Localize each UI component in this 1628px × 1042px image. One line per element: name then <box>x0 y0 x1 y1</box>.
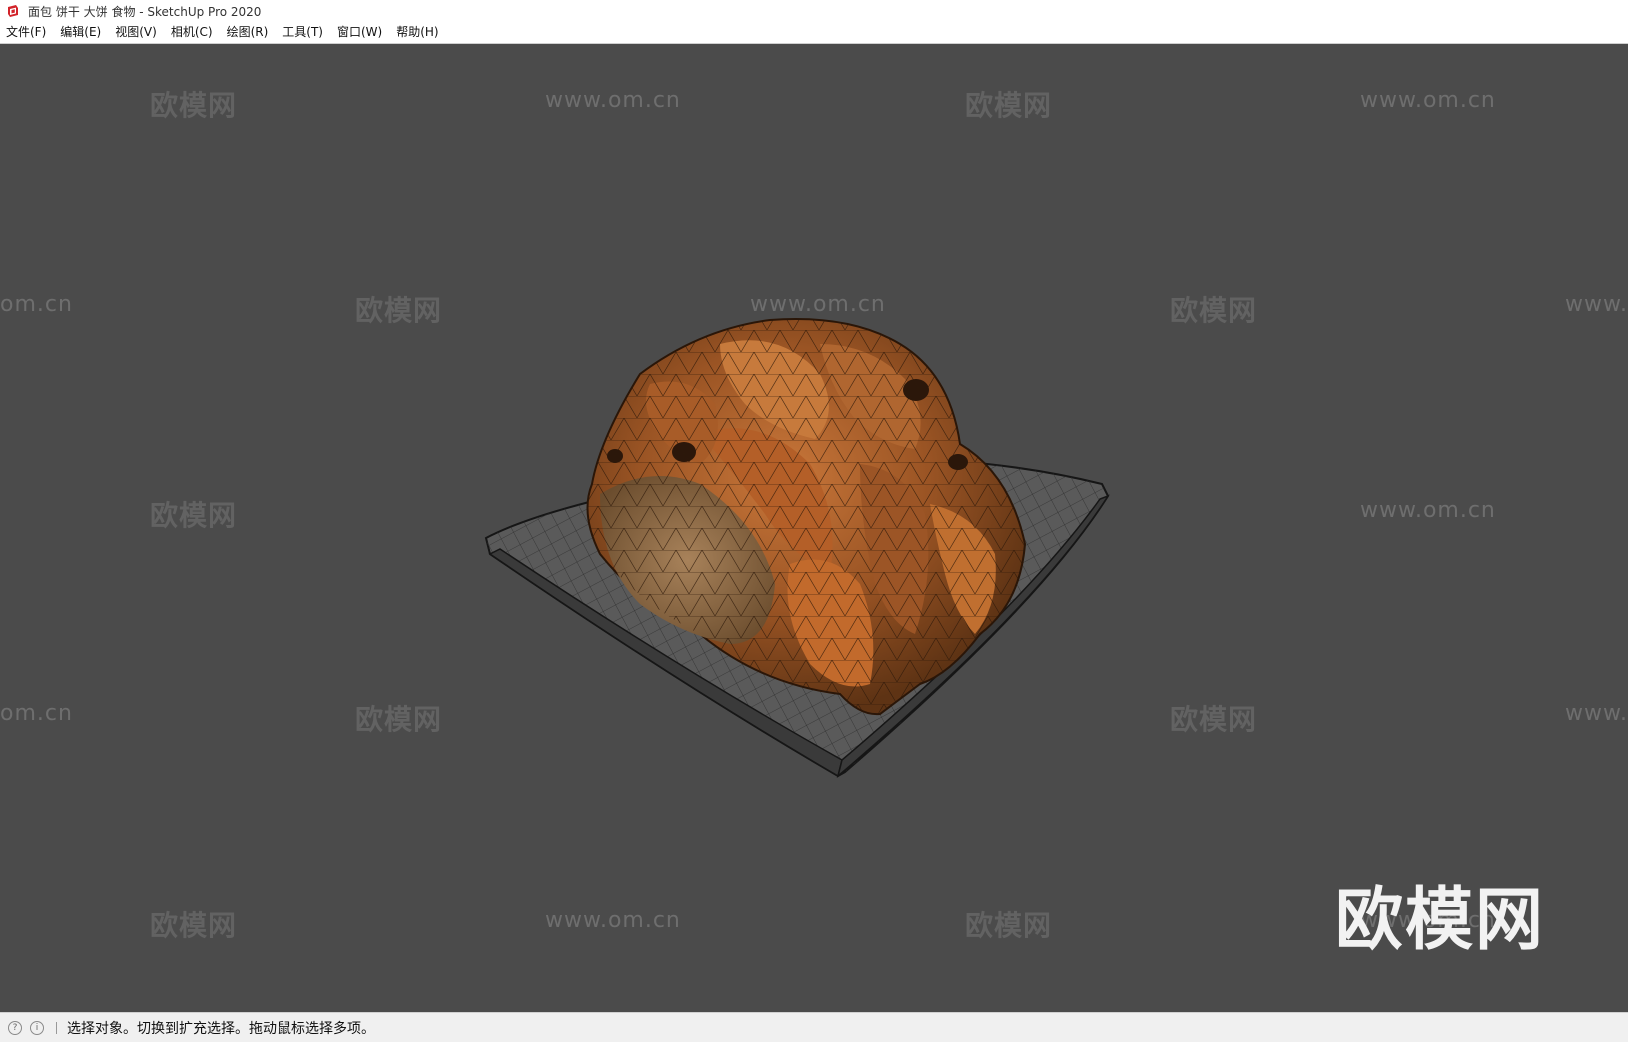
menu-help[interactable]: 帮助(H) <box>389 23 445 42</box>
watermark-url: www.om.cn <box>1360 88 1496 113</box>
watermark-url: www.om.cn <box>1360 498 1496 523</box>
model-viewport[interactable]: 欧模网 www.om.cn 欧模网 www.om.cn om.cn 欧模网 ww… <box>0 44 1628 1012</box>
watermark-cn: 欧模网 <box>150 909 238 942</box>
watermark-url: www.om.cn <box>750 292 886 317</box>
status-divider <box>56 1021 57 1034</box>
status-message: 选择对象。切换到扩充选择。拖动鼠标选择多项。 <box>67 1020 375 1037</box>
watermark-url-partial: www. <box>1565 292 1628 317</box>
info-icon[interactable]: i <box>30 1020 44 1035</box>
menu-file[interactable]: 文件(F) <box>0 23 53 42</box>
watermark-cn: 欧模网 <box>1170 294 1258 327</box>
watermark-url: www.om.cn <box>545 908 681 933</box>
menu-edit[interactable]: 编辑(E) <box>53 23 108 42</box>
watermark-url-partial: www. <box>1565 701 1628 726</box>
watermark-logo: 欧模网 <box>1335 881 1546 960</box>
status-bar: ? i 选择对象。切换到扩充选择。拖动鼠标选择多项。 <box>0 1012 1628 1042</box>
menu-draw[interactable]: 绘图(R) <box>220 23 276 42</box>
watermark-cn: 欧模网 <box>965 89 1053 122</box>
watermark-cn: 欧模网 <box>965 909 1053 942</box>
menu-bar: 文件(F) 编辑(E) 视图(V) 相机(C) 绘图(R) 工具(T) 窗口(W… <box>0 22 1628 44</box>
title-bar: 面包 饼干 大饼 食物 - SketchUp Pro 2020 <box>0 0 1628 22</box>
watermark-cn: 欧模网 <box>355 703 443 736</box>
watermark-url-partial: om.cn <box>0 292 73 317</box>
menu-window[interactable]: 窗口(W) <box>330 23 389 42</box>
watermark-cn: 欧模网 <box>355 294 443 327</box>
watermark-cn: 欧模网 <box>150 89 238 122</box>
menu-tools[interactable]: 工具(T) <box>275 23 330 42</box>
geolocation-icon[interactable]: ? <box>8 1020 22 1035</box>
watermark-cn: 欧模网 <box>1170 703 1258 736</box>
sketchup-logo-icon <box>8 5 18 17</box>
watermark-url-partial: om.cn <box>0 701 73 726</box>
watermark-url: www.om.cn <box>545 88 681 113</box>
menu-view[interactable]: 视图(V) <box>108 23 164 42</box>
window-title: 面包 饼干 大饼 食物 - SketchUp Pro 2020 <box>28 4 262 19</box>
watermark-cn: 欧模网 <box>150 499 238 532</box>
menu-camera[interactable]: 相机(C) <box>164 23 220 42</box>
